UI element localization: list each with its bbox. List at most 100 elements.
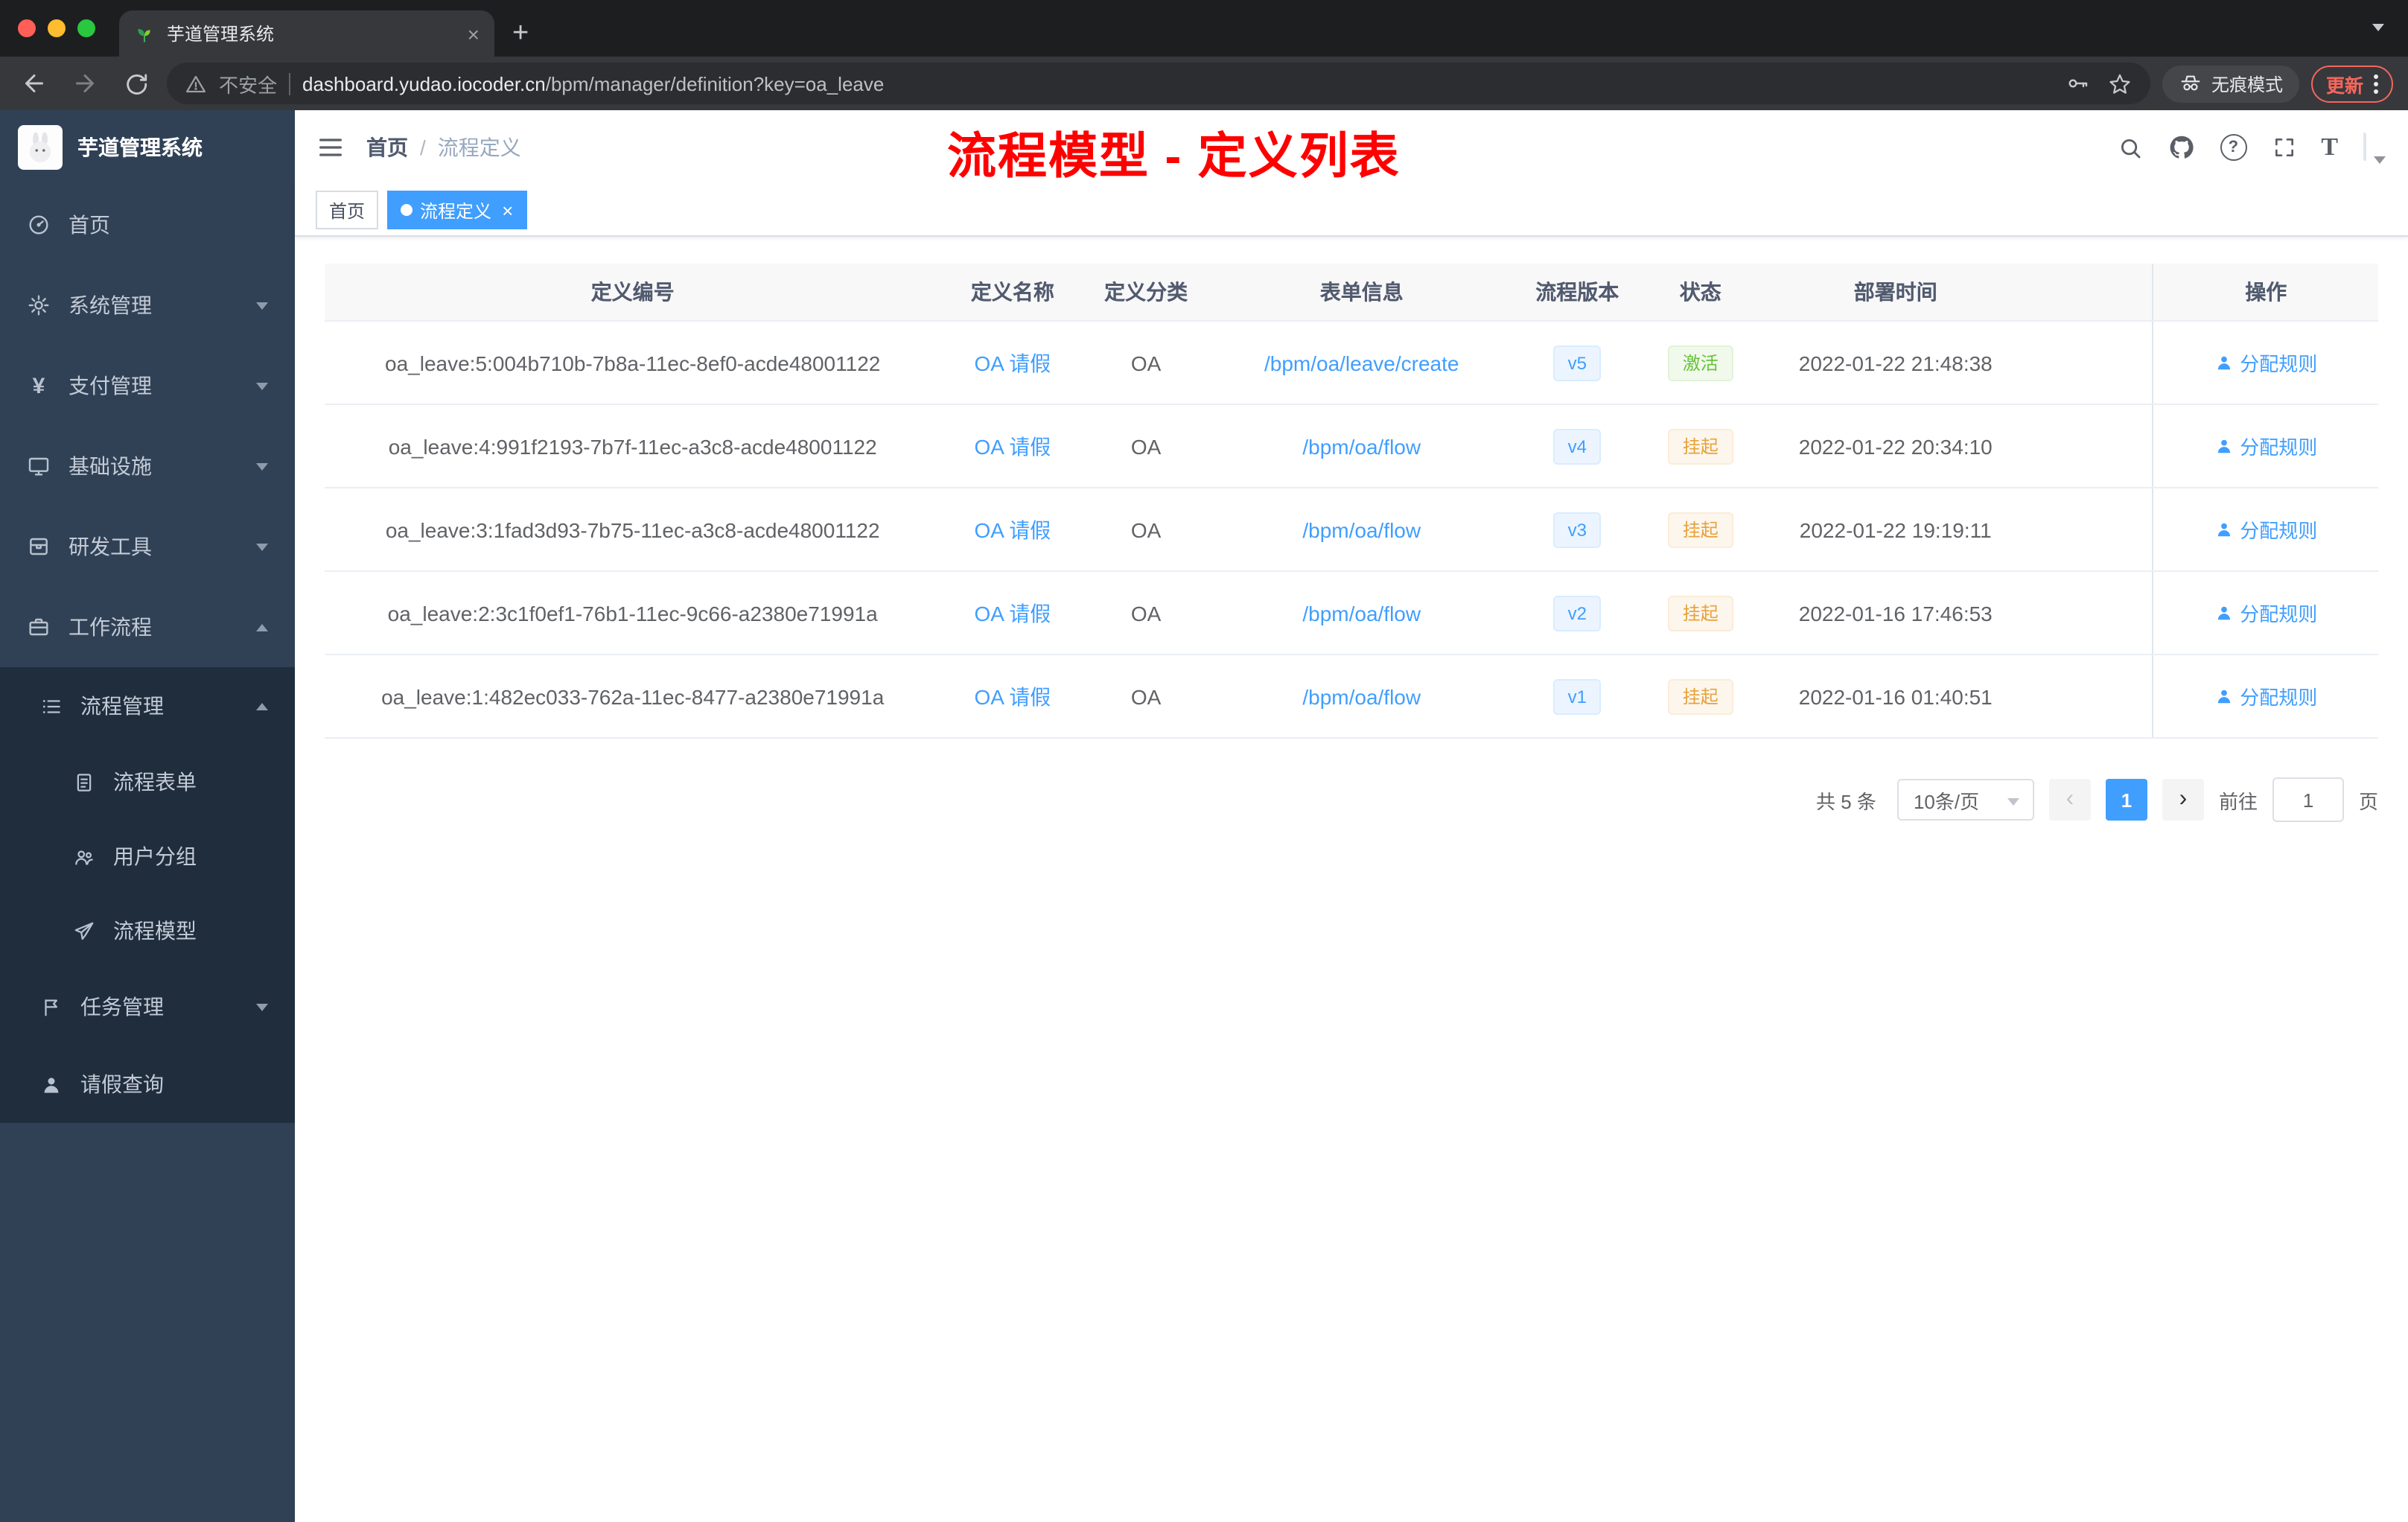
tag-close-icon[interactable]: × bbox=[502, 200, 513, 220]
security-label[interactable]: 不安全 bbox=[219, 69, 277, 98]
table-row: oa_leave:4:991f2193-7b7f-11ec-a3c8-acde4… bbox=[325, 405, 2378, 488]
version-tag: v3 bbox=[1552, 512, 1602, 547]
tag-home[interactable]: 首页 bbox=[316, 191, 379, 229]
action-label: 分配规则 bbox=[2240, 687, 2318, 709]
search-icon[interactable] bbox=[2117, 135, 2142, 160]
table-row: oa_leave:3:1fad3d93-7b75-11ec-a3c8-acde4… bbox=[325, 488, 2378, 572]
password-key-icon[interactable] bbox=[2065, 71, 2089, 95]
tag-label: 流程定义 bbox=[420, 200, 492, 221]
assign-rule-button[interactable]: 分配规则 bbox=[2214, 599, 2317, 627]
cell-form-info: /bpm/oa/flow bbox=[1208, 405, 1516, 487]
definition-name-link[interactable]: OA 请假 bbox=[975, 681, 1051, 711]
definition-name-link[interactable]: OA 请假 bbox=[975, 515, 1051, 544]
sidebar-item-label: 首页 bbox=[69, 213, 110, 237]
address-bar[interactable]: 不安全 dashboard.yudao.iocoder.cn/bpm/manag… bbox=[167, 63, 2150, 104]
cell-actions: 分配规则 bbox=[2152, 572, 2378, 654]
tab-close-icon[interactable]: × bbox=[468, 23, 480, 44]
form-link[interactable]: /bpm/oa/leave/create bbox=[1264, 351, 1459, 375]
cell-status: 挂起 bbox=[1639, 488, 1762, 570]
assign-rule-button[interactable]: 分配规则 bbox=[2214, 515, 2317, 544]
chevron-down-icon bbox=[256, 302, 268, 309]
prev-page-button[interactable]: ‹ bbox=[2048, 779, 2091, 821]
active-tag-dot bbox=[401, 204, 413, 216]
font-size-icon[interactable]: T bbox=[2321, 133, 2338, 162]
cell-form-info: /bpm/oa/leave/create bbox=[1208, 322, 1516, 404]
tab-favicon-icon bbox=[134, 23, 155, 44]
help-icon[interactable]: ? bbox=[2220, 134, 2247, 161]
sidebar-item-payment[interactable]: ¥ 支付管理 bbox=[0, 346, 295, 426]
page-size-select[interactable]: 10条/页 bbox=[1896, 779, 2034, 821]
gear-icon bbox=[27, 293, 51, 317]
cell-status: 激活 bbox=[1639, 322, 1762, 404]
back-button[interactable] bbox=[15, 64, 54, 103]
url-host: dashboard.yudao.iocoder.cn bbox=[302, 72, 546, 95]
sidebar-item-devtools[interactable]: 研发工具 bbox=[0, 506, 295, 587]
browser-tab[interactable]: 芋道管理系统 × bbox=[119, 10, 494, 57]
sidebar-item-process-form[interactable]: 流程表单 bbox=[0, 745, 295, 819]
status-badge: 激活 bbox=[1667, 345, 1733, 380]
url-path: /bpm/manager/definition?key=oa_leave bbox=[545, 72, 885, 95]
main-area: 首页 / 流程定义 流程模型 - 定义列表 ? T 首页 流程定义 × 定义编号… bbox=[295, 110, 2408, 1522]
definition-name-link[interactable]: OA 请假 bbox=[975, 598, 1051, 628]
sidebar-item-workflow[interactable]: 工作流程 bbox=[0, 587, 295, 667]
reload-button[interactable] bbox=[116, 64, 155, 103]
sidebar-item-user-group[interactable]: 用户分组 bbox=[0, 819, 295, 894]
not-secure-warning-icon bbox=[185, 72, 207, 95]
sidebar-item-label: 任务管理 bbox=[80, 995, 164, 1019]
current-page-button[interactable]: 1 bbox=[2105, 779, 2147, 821]
cell-deploy-time: 2022-01-22 19:19:11 bbox=[1799, 518, 1992, 541]
new-tab-button[interactable]: + bbox=[512, 19, 529, 48]
definition-name-link[interactable]: OA 请假 bbox=[975, 348, 1051, 378]
sidebar-item-system[interactable]: 系统管理 bbox=[0, 265, 295, 346]
monitor-icon bbox=[27, 454, 51, 478]
hamburger-icon[interactable] bbox=[316, 133, 345, 162]
breadcrumb-home[interactable]: 首页 bbox=[366, 133, 408, 162]
form-link[interactable]: /bpm/oa/flow bbox=[1302, 434, 1421, 458]
definition-name-link[interactable]: OA 请假 bbox=[975, 431, 1051, 461]
column-header-definition-name: 定义名称 bbox=[970, 280, 1054, 304]
form-link[interactable]: /bpm/oa/flow bbox=[1302, 601, 1421, 625]
cell-actions: 分配规则 bbox=[2152, 655, 2378, 737]
address-divider bbox=[289, 72, 291, 95]
form-link[interactable]: /bpm/oa/flow bbox=[1302, 518, 1421, 541]
url-text[interactable]: dashboard.yudao.iocoder.cn/bpm/manager/d… bbox=[302, 72, 2054, 95]
tag-label: 首页 bbox=[329, 200, 366, 221]
version-tag: v1 bbox=[1552, 678, 1602, 714]
cell-category: OA bbox=[1130, 684, 1162, 708]
cell-deploy-time: 2022-01-16 01:40:51 bbox=[1798, 684, 1993, 708]
assign-rule-button[interactable]: 分配规则 bbox=[2214, 348, 2317, 377]
sidebar-item-home[interactable]: 首页 bbox=[0, 185, 295, 265]
sidebar-item-process-model[interactable]: 流程模型 bbox=[0, 894, 295, 968]
cell-category: OA bbox=[1130, 601, 1162, 625]
sidebar-item-label: 用户分组 bbox=[113, 844, 197, 868]
sidebar-item-task-management[interactable]: 任务管理 bbox=[0, 968, 295, 1045]
github-icon[interactable] bbox=[2167, 134, 2194, 161]
assign-rule-button[interactable]: 分配规则 bbox=[2214, 682, 2317, 710]
chevron-down-icon bbox=[256, 462, 268, 470]
forward-button[interactable] bbox=[66, 64, 104, 103]
minimize-window-button[interactable] bbox=[48, 19, 66, 37]
browser-menu-kebab-icon[interactable] bbox=[2374, 74, 2378, 93]
browser-tab-strip: 芋道管理系统 × + bbox=[0, 0, 2408, 57]
bookmark-star-icon[interactable] bbox=[2107, 71, 2133, 96]
chrome-update-button[interactable]: 更新 bbox=[2310, 65, 2393, 102]
assign-rule-button[interactable]: 分配规则 bbox=[2214, 432, 2317, 460]
tag-process-definition[interactable]: 流程定义 × bbox=[387, 191, 527, 229]
tab-search-caret-icon[interactable] bbox=[2372, 12, 2384, 39]
goto-page-input[interactable] bbox=[2272, 777, 2344, 822]
sidebar-logo[interactable]: 芋道管理系统 bbox=[0, 110, 295, 185]
user-avatar[interactable] bbox=[2363, 133, 2386, 164]
next-page-button[interactable]: › bbox=[2162, 779, 2204, 821]
cell-spacer bbox=[2029, 405, 2153, 487]
sidebar-item-label: 支付管理 bbox=[69, 374, 152, 398]
form-link[interactable]: /bpm/oa/flow bbox=[1302, 684, 1421, 708]
fullscreen-icon[interactable] bbox=[2272, 136, 2296, 159]
avatar-caret-icon bbox=[2374, 156, 2386, 164]
sidebar-item-infrastructure[interactable]: 基础设施 bbox=[0, 426, 295, 506]
status-badge: 挂起 bbox=[1667, 512, 1733, 547]
sidebar-item-process-management[interactable]: 流程管理 bbox=[0, 667, 295, 745]
fullscreen-window-button[interactable] bbox=[77, 19, 95, 37]
sidebar-item-leave-query[interactable]: 请假查询 bbox=[0, 1045, 295, 1123]
close-window-button[interactable] bbox=[18, 19, 36, 37]
sidebar-item-label: 流程管理 bbox=[80, 694, 164, 718]
